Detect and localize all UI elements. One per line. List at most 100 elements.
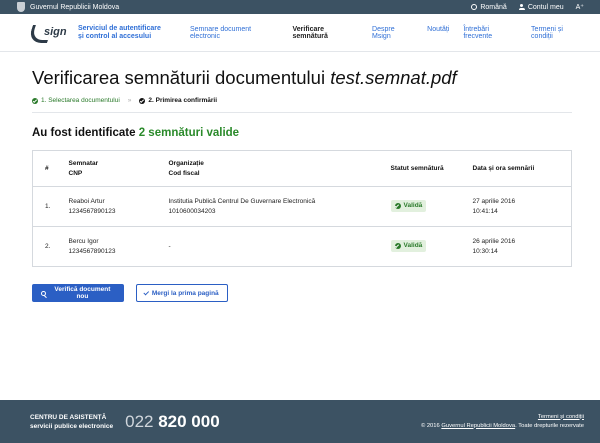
- copyright-government-link[interactable]: Guvernul Republicii Moldova: [441, 423, 515, 429]
- header-signer: Semnatar CNP: [63, 151, 163, 187]
- msign-logo[interactable]: sign Serviciul de autentificare și contr…: [27, 21, 190, 45]
- nav-noutati[interactable]: Noutăți: [427, 26, 449, 40]
- copyright-suffix: . Toate drepturile rezervate: [515, 422, 584, 429]
- check-circle-icon: [32, 97, 38, 104]
- help-center: CENTRU DE ASISTENȚĂ servicii publice ele…: [30, 413, 113, 431]
- verify-new-document-label: Verifică document nou: [54, 286, 111, 300]
- organization-name: -: [168, 242, 171, 250]
- header-organization-label: Organizație: [168, 159, 204, 167]
- action-buttons: Verifică document nou Mergi la prima pag…: [32, 284, 572, 302]
- status-label: Validă: [403, 202, 423, 209]
- signer-cnp: 1234567890123: [68, 247, 116, 255]
- signatures-table: # Semnatar CNP Organizație Cod fiscal St…: [32, 150, 572, 267]
- font-size-toggle[interactable]: A⁺: [576, 3, 584, 11]
- signer-name: Reaboi Artur: [68, 197, 105, 205]
- header-status: Statut semnătură: [390, 164, 444, 172]
- search-icon: [41, 290, 46, 296]
- signer-name: Bercu Igor: [68, 237, 99, 245]
- signature-date: 26 aprilie 2016: [472, 237, 516, 245]
- step-separator: »: [127, 97, 132, 104]
- status-cell: Validă: [385, 227, 467, 267]
- go-to-home-label: Mergi la prima pagină: [151, 289, 219, 297]
- msign-logo-mark: sign: [27, 21, 74, 45]
- signature-time: 10:30:14: [472, 247, 498, 255]
- table-row: 2. Bercu Igor 1234567890123 - Validă 26: [33, 227, 572, 267]
- result-heading: Au fost identificate 2 semnături valide: [32, 127, 572, 139]
- verify-new-document-button[interactable]: Verifică document nou: [32, 284, 124, 302]
- signer-cnp: 1234567890123: [68, 207, 116, 215]
- footer-terms-link[interactable]: Termeni și condiții: [538, 414, 584, 420]
- row-number: 1.: [45, 202, 51, 210]
- check-circle-icon: [394, 243, 401, 249]
- datetime-cell: 26 aprilie 2016 10:30:14: [467, 227, 572, 267]
- signer-cell: Bercu Igor 1234567890123: [63, 227, 163, 267]
- header-cnp-label: CNP: [68, 169, 83, 177]
- main-nav: Semnare document electronic Verificare s…: [190, 26, 584, 40]
- progress-steps: 1. Selectarea documentului » 2. Primirea…: [32, 97, 572, 113]
- result-prefix: Au fost identificate: [32, 127, 136, 139]
- tagline-line-2: și control al accesului: [78, 32, 152, 40]
- checkmark-icon: [144, 289, 150, 295]
- status-badge: Validă: [390, 240, 427, 252]
- user-icon: [518, 4, 525, 10]
- nav-despre-msign[interactable]: Despre Msign: [372, 26, 413, 40]
- fiscal-code: 1010600034203: [168, 207, 216, 215]
- crest-icon: [17, 2, 25, 12]
- footer-legal: Termeni și condiții © 2016 Guvernul Repu…: [421, 413, 584, 431]
- government-title[interactable]: Guvernul Republicii Moldova: [30, 4, 471, 11]
- organization-cell: Institutia Publică Centrul De Guvernare …: [163, 187, 385, 227]
- table-row: 1. Reaboi Artur 1234567890123 Institutia…: [32, 187, 572, 227]
- step-primirea-confirmarii: 2. Primirea confirmării: [139, 97, 217, 104]
- copyright-prefix: © 2016: [420, 422, 440, 429]
- status-label: Validă: [403, 242, 423, 249]
- phone-prefix: 022: [125, 411, 154, 431]
- document-filename: test.semnat.pdf: [330, 67, 457, 88]
- table-header-row: # Semnatar CNP Organizație Cod fiscal St…: [32, 151, 572, 187]
- header-fiscal-code-label: Cod fiscal: [168, 169, 200, 177]
- valid-signatures-count: 2 semnături valide: [138, 127, 240, 139]
- logo-word: sign: [44, 25, 67, 38]
- logo-tagline: Serviciul de autentificare și control al…: [78, 25, 161, 41]
- header-signer-label: Semnatar: [68, 159, 99, 167]
- signature-time: 10:41:14: [472, 207, 498, 215]
- site-footer: CENTRU DE ASISTENȚĂ servicii publice ele…: [0, 400, 600, 443]
- globe-icon: [471, 4, 478, 10]
- signature-date: 27 aprilie 2016: [472, 197, 516, 205]
- row-number: 2.: [45, 242, 51, 250]
- account-label: Contul meu: [527, 3, 564, 11]
- tagline-line-1: Serviciul de autentificare: [78, 24, 161, 32]
- status-badge: Validă: [390, 200, 427, 212]
- step-1-label: 1. Selectarea documentului: [41, 97, 120, 104]
- gov-bar-actions: Română Contul meu A⁺: [471, 3, 584, 11]
- check-circle-icon: [394, 203, 401, 209]
- government-bar: Guvernul Republicii Moldova Română Contu…: [0, 0, 600, 14]
- account-link[interactable]: Contul meu: [518, 3, 564, 11]
- header-datetime: Data și ora semnării: [472, 164, 535, 172]
- nav-semnare-document[interactable]: Semnare document electronic: [190, 26, 279, 40]
- page-title-text: Verificarea semnăturii documentului: [32, 67, 326, 88]
- help-phone-number[interactable]: 022 820 000: [125, 412, 220, 432]
- signer-cell: Reaboi Artur 1234567890123: [63, 187, 163, 227]
- copyright-line: © 2016 Guvernul Republicii Moldova. Toat…: [421, 422, 584, 431]
- nav-termeni-conditii[interactable]: Termeni și condiții: [531, 26, 584, 40]
- help-center-title: CENTRU DE ASISTENȚĂ: [30, 413, 107, 421]
- go-to-home-button[interactable]: Mergi la prima pagină: [136, 284, 228, 302]
- organization-cell: -: [163, 227, 385, 267]
- help-center-subtitle: servicii publice electronice: [30, 422, 114, 430]
- step-2-label: 2. Primirea confirmării: [148, 97, 218, 104]
- nav-verificare-semnatura[interactable]: Verificare semnătură: [293, 26, 359, 40]
- page-title: Verificarea semnăturii documentului test…: [32, 67, 572, 89]
- site-header: sign Serviciul de autentificare și contr…: [0, 14, 600, 52]
- header-number: #: [45, 164, 49, 172]
- phone-number: 820 000: [158, 411, 220, 431]
- check-circle-icon: [139, 97, 146, 104]
- datetime-cell: 27 aprilie 2016 10:41:14: [467, 187, 572, 227]
- nav-intrebari-frecvente[interactable]: Întrebări frecvente: [463, 26, 517, 40]
- step-selectarea-documentului[interactable]: 1. Selectarea documentului: [32, 97, 120, 104]
- header-organization: Organizație Cod fiscal: [163, 151, 385, 187]
- status-cell: Validă: [385, 187, 467, 227]
- main-content: Verificarea semnăturii documentului test…: [0, 67, 600, 302]
- organization-name: Institutia Publică Centrul De Guvernare …: [168, 197, 316, 205]
- language-label: Română: [480, 3, 507, 11]
- language-selector[interactable]: Română: [471, 3, 507, 11]
